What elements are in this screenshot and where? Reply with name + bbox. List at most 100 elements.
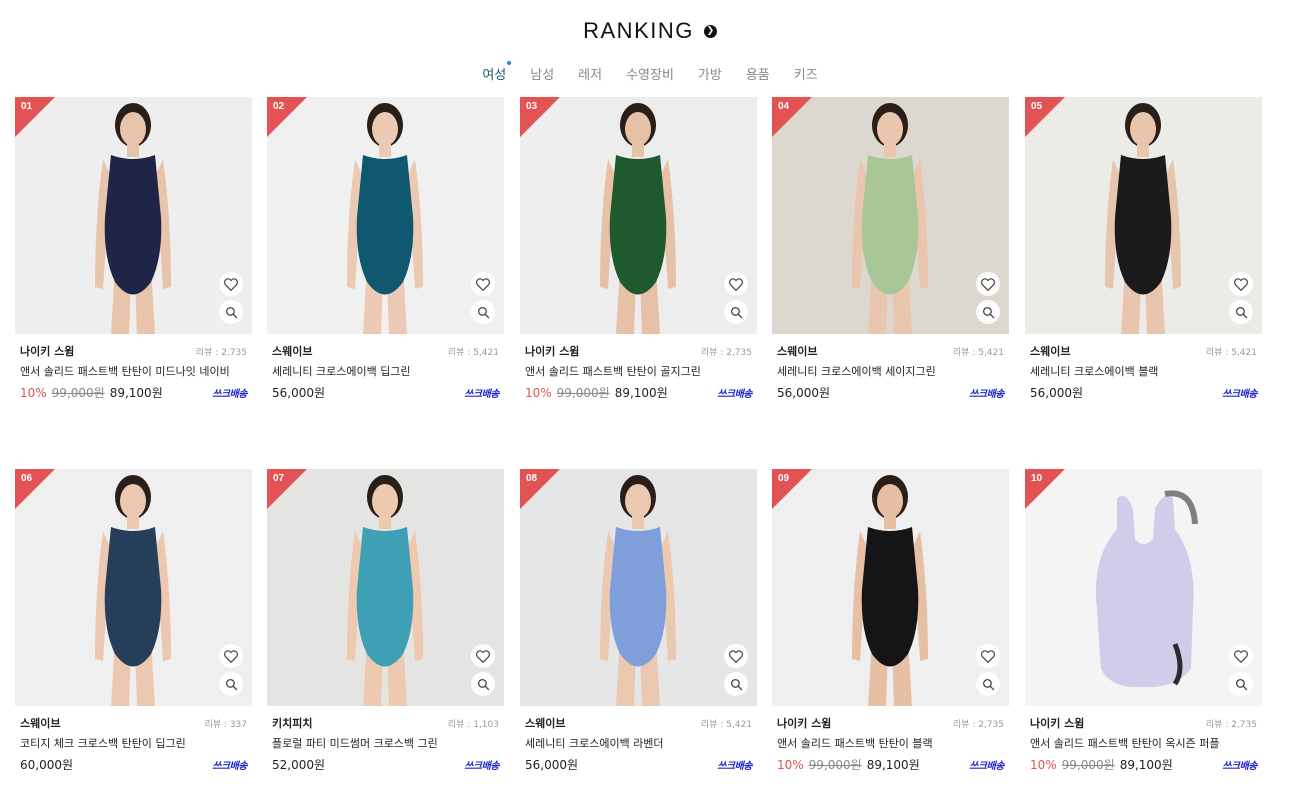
rank-number: 02 xyxy=(273,101,285,112)
brand-name[interactable]: 나이키 스윔 xyxy=(777,715,831,731)
product-name[interactable]: 세레니티 크로스에이백 세이지그린 xyxy=(777,363,1004,379)
brand-name[interactable]: 스웨이브 xyxy=(272,343,312,359)
tab-label: 용품 xyxy=(745,68,770,83)
brand-name[interactable]: 스웨이브 xyxy=(20,715,60,731)
tab-1[interactable]: 남성 xyxy=(518,62,566,85)
brand-name[interactable]: 스웨이브 xyxy=(1030,343,1070,359)
tab-5[interactable]: 용품 xyxy=(734,62,782,85)
heart-icon[interactable] xyxy=(1229,644,1253,668)
quick-delivery-badge: 쓰크배송 xyxy=(464,389,499,400)
heart-icon[interactable] xyxy=(219,644,243,668)
product-image[interactable]: 10 xyxy=(1025,469,1262,706)
tab-6[interactable]: 키즈 xyxy=(782,62,830,85)
tab-2[interactable]: 레저 xyxy=(566,62,614,85)
brand-name[interactable]: 나이키 스윔 xyxy=(20,343,74,359)
product-name[interactable]: 플로럴 파티 미드썸머 크로스백 그린 xyxy=(272,735,499,751)
review-count: 리뷰 : 2,735 xyxy=(700,347,752,358)
heart-icon[interactable] xyxy=(976,272,1000,296)
original-price: 99,000원 xyxy=(556,386,610,400)
product-card[interactable]: 02 스웨이브 리뷰 : 5,421 세레니티 크로스에이백 딥그린 56,00… xyxy=(267,97,504,401)
product-info: 나이키 스윔 리뷰 : 2,735 앤서 솔리드 패스트백 탄탄이 블랙 10%… xyxy=(772,706,1009,773)
product-name[interactable]: 앤서 솔리드 패스트백 탄탄이 블랙 xyxy=(777,735,1004,751)
tab-0[interactable]: 여성 xyxy=(470,61,518,85)
product-card[interactable]: 04 스웨이브 리뷰 : 5,421 세레니티 크로스에이백 세이지그린 56,… xyxy=(772,97,1009,401)
product-card[interactable]: 08 스웨이브 리뷰 : 5,421 세레니티 크로스에이백 라벤더 56,00… xyxy=(520,469,757,773)
brand-name[interactable]: 스웨이브 xyxy=(525,715,565,731)
search-icon[interactable] xyxy=(219,300,243,324)
review-count: 리뷰 : 5,421 xyxy=(1205,347,1257,358)
search-icon[interactable] xyxy=(1229,300,1253,324)
brand-name[interactable]: 스웨이브 xyxy=(777,343,817,359)
heart-icon[interactable] xyxy=(724,272,748,296)
rank-number: 10 xyxy=(1031,473,1043,484)
product-name[interactable]: 코티지 체크 크로스백 탄탄이 딥그린 xyxy=(20,735,247,751)
product-image[interactable]: 05 xyxy=(1025,97,1262,334)
heart-icon[interactable] xyxy=(471,272,495,296)
sale-price: 60,000원 xyxy=(20,758,74,772)
quick-delivery-badge: 쓰크배송 xyxy=(212,761,247,772)
quick-delivery-badge: 쓰크배송 xyxy=(1222,761,1257,772)
product-image[interactable]: 04 xyxy=(772,97,1009,334)
search-icon[interactable] xyxy=(976,300,1000,324)
product-name[interactable]: 세레니티 크로스에이백 딥그린 xyxy=(272,363,499,379)
product-info: 스웨이브 리뷰 : 5,421 세레니티 크로스에이백 딥그린 56,000원 … xyxy=(267,334,504,401)
sale-price: 56,000원 xyxy=(777,386,831,400)
heart-icon[interactable] xyxy=(471,644,495,668)
product-card[interactable]: 07 키치피치 리뷰 : 1,103 플로럴 파티 미드썸머 크로스백 그린 5… xyxy=(267,469,504,773)
product-card[interactable]: 09 나이키 스윔 리뷰 : 2,735 앤서 솔리드 패스트백 탄탄이 블랙 … xyxy=(772,469,1009,773)
product-image[interactable]: 01 xyxy=(15,97,252,334)
search-icon[interactable] xyxy=(976,672,1000,696)
product-card[interactable]: 03 나이키 스윔 리뷰 : 2,735 앤서 솔리드 패스트백 탄탄이 골지그… xyxy=(520,97,757,401)
heart-icon[interactable] xyxy=(1229,272,1253,296)
product-image[interactable]: 08 xyxy=(520,469,757,706)
product-image[interactable]: 06 xyxy=(15,469,252,706)
page-title: RANKING xyxy=(583,18,694,43)
product-name[interactable]: 앤서 솔리드 패스트백 탄탄이 미드나잇 네이비 xyxy=(20,363,247,379)
tab-3[interactable]: 수영장비 xyxy=(614,62,686,85)
brand-name[interactable]: 나이키 스윔 xyxy=(525,343,579,359)
sale-price: 89,100원 xyxy=(109,386,163,400)
product-card[interactable]: 10 나이키 스윔 리뷰 : 2,735 앤서 솔리드 패스트백 탄탄이 옥시즌… xyxy=(1025,469,1262,773)
chevron-right-circle-icon[interactable]: ❯ xyxy=(703,24,717,38)
search-icon[interactable] xyxy=(1229,672,1253,696)
heart-icon[interactable] xyxy=(976,644,1000,668)
sale-price: 56,000원 xyxy=(272,386,326,400)
sale-price: 56,000원 xyxy=(525,758,579,772)
search-icon[interactable] xyxy=(724,672,748,696)
discount-rate: 10% xyxy=(20,385,47,400)
quick-delivery-badge: 쓰크배송 xyxy=(717,389,752,400)
review-count: 리뷰 : 2,735 xyxy=(195,347,247,358)
price-block: 56,000원 xyxy=(777,384,830,401)
sale-price: 52,000원 xyxy=(272,758,326,772)
product-image[interactable]: 07 xyxy=(267,469,504,706)
product-info: 스웨이브 리뷰 : 5,421 세레니티 크로스에이백 라벤더 56,000원 … xyxy=(520,706,757,773)
product-name[interactable]: 세레니티 크로스에이백 라벤더 xyxy=(525,735,752,751)
discount-rate: 10% xyxy=(1030,757,1057,772)
brand-name[interactable]: 나이키 스윔 xyxy=(1030,715,1084,731)
sale-price: 89,100원 xyxy=(1119,758,1173,772)
search-icon[interactable] xyxy=(724,300,748,324)
search-icon[interactable] xyxy=(471,300,495,324)
review-count: 리뷰 : 2,735 xyxy=(1205,719,1257,730)
product-name[interactable]: 앤서 솔리드 패스트백 탄탄이 옥시즌 퍼플 xyxy=(1030,735,1257,751)
ranking-title-link[interactable]: RANKING ❯ xyxy=(583,18,717,44)
brand-name[interactable]: 키치피치 xyxy=(272,715,312,731)
tab-label: 남성 xyxy=(530,68,555,83)
product-image[interactable]: 03 xyxy=(520,97,757,334)
review-count: 리뷰 : 5,421 xyxy=(700,719,752,730)
product-card[interactable]: 05 스웨이브 리뷰 : 5,421 세레니티 크로스에이백 블랙 56,000… xyxy=(1025,97,1262,401)
original-price: 99,000원 xyxy=(1061,758,1115,772)
product-card[interactable]: 06 스웨이브 리뷰 : 337 코티지 체크 크로스백 탄탄이 딥그린 60,… xyxy=(15,469,252,773)
search-icon[interactable] xyxy=(471,672,495,696)
heart-icon[interactable] xyxy=(219,272,243,296)
product-card[interactable]: 01 나이키 스윔 리뷰 : 2,735 앤서 솔리드 패스트백 탄탄이 미드나… xyxy=(15,97,252,401)
product-name[interactable]: 세레니티 크로스에이백 블랙 xyxy=(1030,363,1257,379)
product-info: 키치피치 리뷰 : 1,103 플로럴 파티 미드썸머 크로스백 그린 52,0… xyxy=(267,706,504,773)
heart-icon[interactable] xyxy=(724,644,748,668)
search-icon[interactable] xyxy=(219,672,243,696)
product-image[interactable]: 02 xyxy=(267,97,504,334)
product-name[interactable]: 앤서 솔리드 패스트백 탄탄이 골지그린 xyxy=(525,363,752,379)
product-image[interactable]: 09 xyxy=(772,469,1009,706)
tab-4[interactable]: 가방 xyxy=(686,62,734,85)
rank-number: 09 xyxy=(778,473,790,484)
